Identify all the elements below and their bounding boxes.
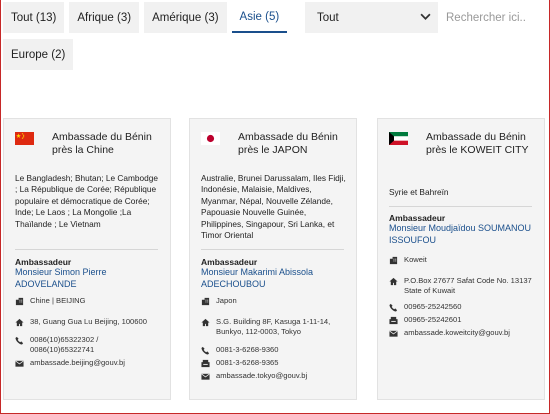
kuwait-flag-icon [389,132,408,145]
envelope-icon [15,360,24,367]
phone-icon [201,346,210,355]
building-icon [201,297,210,306]
city-text: Chine | BEIJING [30,296,86,305]
phone-text: 0081-3-6268-9360 [216,345,279,354]
tab-europe[interactable]: Europe (2) [3,39,74,70]
city-text: Koweit [404,255,427,264]
china-flag-icon [15,132,34,145]
ambassador-label: Ambassadeur [201,257,258,267]
address-text: 38, Guang Gua Lu Beijing, 100600 [30,317,147,326]
countries-list: Syrie et Bahreïn [389,187,449,197]
email-link[interactable]: ambassade.beijing@gouv.bj [30,358,164,368]
ambassador-label: Ambassadeur [15,257,72,267]
search-input[interactable]: Rechercher ici.. [438,2,547,33]
embassy-card-japon: Ambassade du Bénin près le JAPON Austral… [189,118,357,400]
fax-text: 0081-3-6268-9365 [216,358,279,367]
city-text: Japon [216,296,237,305]
filter-value: Tout [317,11,339,24]
tab-afrique[interactable]: Afrique (3) [69,2,140,33]
embassy-card-chine: Ambassade du Bénin près la Chine Le Bang… [3,118,171,400]
chevron-down-icon [420,13,431,20]
ambassador-name[interactable]: Monsieur Moudjaïdou SOUMANOU ISSOUFOU [389,223,538,246]
tab-tout[interactable]: Tout (13) [3,2,65,33]
fax-text: 00965-25242601 [404,315,462,324]
countries-list: Le Bangladesh; Bhutan; Le Cambodge ; La … [15,173,158,229]
ambassador-name[interactable]: Monsieur Makarimi Abissola ADECHOUBOU [201,267,350,290]
embassy-card-koweit: Ambassade du Bénin près le KOWEIT CITY S… [377,118,545,400]
card-title: Ambassade du Bénin près le KOWEIT CITY [426,131,529,156]
fax-icon [201,359,210,368]
fax-icon [389,316,398,325]
email-link[interactable]: ambassade.tokyo@gouv.bj [216,371,350,381]
home-icon [201,318,210,327]
countries-list: Australie, Brunei Darussalam, Iles Fidji… [201,173,346,241]
japan-flag-icon [201,132,220,145]
email-link[interactable]: ambassade.koweitcity@gouv.bj [404,328,538,338]
envelope-icon [389,330,398,337]
region-tabs: Tout (13) Afrique (3) Amérique (3) Asie … [3,2,288,34]
card-title: Ambassade du Bénin près le JAPON [238,131,338,156]
phone-icon [15,336,24,345]
phone-text: 0086(10)65322302 / 0086(10)65322741 [30,335,99,354]
address-text: P.O.Box 27677 Safat Code No. 13137 State… [404,276,532,295]
envelope-icon [201,373,210,380]
home-icon [389,277,398,286]
building-icon [15,297,24,306]
card-title: Ambassade du Bénin près la Chine [52,131,152,156]
divider [201,249,344,250]
tab-amerique[interactable]: Amérique (3) [144,2,227,33]
phone-icon [389,303,398,312]
phone-text: 00965-25242560 [404,302,462,311]
divider [15,249,158,250]
address-text: S.G. Building 8F, Kasuga 1-11-14, Bunkyo… [216,317,331,336]
building-icon [389,256,398,265]
home-icon [15,318,24,327]
divider [389,206,532,207]
tab-asie[interactable]: Asie (5) [231,2,288,33]
filter-select[interactable]: Tout [305,2,439,33]
ambassador-label: Ambassadeur [389,213,446,223]
ambassador-name[interactable]: Monsieur Simon Pierre ADOVELANDE [15,267,164,290]
